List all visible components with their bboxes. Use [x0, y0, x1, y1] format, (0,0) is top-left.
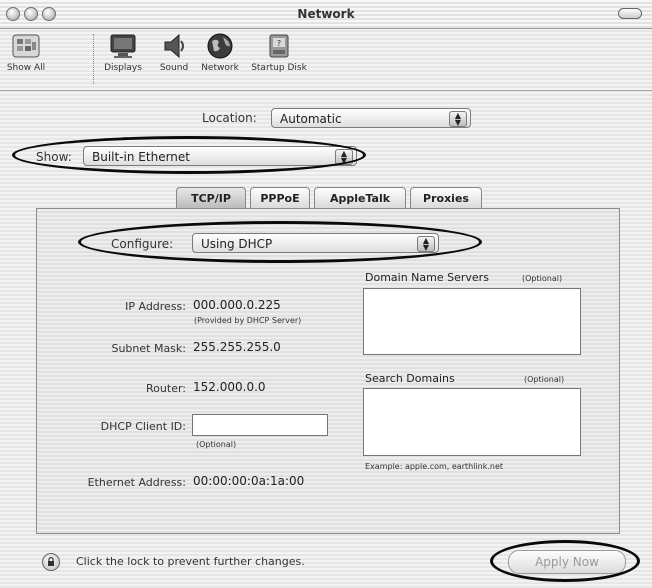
globe-icon	[207, 33, 233, 59]
title-bar: Network	[0, 0, 652, 29]
configure-label: Configure:	[111, 237, 174, 251]
search-domains-field[interactable]	[363, 388, 581, 456]
popup-arrows-icon: ▲ ▼	[417, 236, 435, 252]
show-popup[interactable]: Built-in Ethernet ▲ ▼	[83, 146, 357, 166]
dns-label: Domain Name Servers	[365, 271, 489, 284]
lock-message: Click the lock to prevent further change…	[76, 555, 305, 568]
dhcp-client-id-input[interactable]	[192, 414, 328, 436]
configure-value: Using DHCP	[201, 237, 273, 251]
tab-appletalk[interactable]: AppleTalk	[314, 187, 406, 209]
display-icon	[110, 34, 136, 58]
configure-popup[interactable]: Using DHCP ▲ ▼	[192, 233, 439, 253]
padlock-glyph-icon	[48, 556, 54, 566]
toolbar: Show All Displays Sound Network ? Startu…	[0, 28, 652, 91]
tab-proxies[interactable]: Proxies	[410, 187, 482, 209]
toolbar-label: Displays	[104, 63, 142, 73]
show-all-icon	[12, 34, 40, 58]
search-domains-example: Example: apple.com, earthlink.net	[365, 462, 504, 471]
show-value: Built-in Ethernet	[92, 150, 190, 164]
tab-pppoe[interactable]: PPPoE	[250, 187, 310, 209]
subnet-mask-value: 255.255.255.0	[193, 340, 281, 354]
dhcp-client-id-note: (Optional)	[196, 440, 237, 449]
toolbar-show-all[interactable]: Show All	[4, 32, 48, 73]
location-value: Automatic	[280, 112, 342, 126]
toolbar-toggle-button[interactable]	[618, 8, 642, 19]
toolbar-label: Show All	[6, 63, 46, 73]
speaker-icon	[164, 33, 184, 59]
show-label: Show:	[36, 150, 72, 164]
toolbar-network[interactable]: Network	[194, 32, 246, 73]
popup-arrows-icon: ▲ ▼	[335, 149, 353, 165]
ethernet-address-value: 00:00:00:0a:1a:00	[193, 474, 305, 488]
toolbar-label: Network	[201, 63, 239, 73]
popup-arrows-icon: ▲ ▼	[449, 111, 467, 127]
window-title: Network	[297, 7, 355, 21]
ip-address-label: IP Address:	[125, 300, 186, 313]
router-value: 152.000.0.0	[193, 380, 266, 394]
dns-servers-field[interactable]	[363, 288, 581, 355]
search-domains-label: Search Domains	[365, 372, 455, 385]
search-domains-optional-note: (Optional)	[524, 375, 565, 384]
ip-address-value: 000.000.0.225	[193, 298, 281, 312]
apply-now-button[interactable]: Apply Now	[508, 550, 626, 574]
toolbar-startup-disk[interactable]: ? Startup Disk	[248, 32, 310, 73]
ip-address-note: (Provided by DHCP Server)	[194, 316, 302, 325]
toolbar-separator	[93, 34, 94, 84]
disk-icon: ?	[269, 34, 289, 58]
lock-icon[interactable]	[42, 553, 60, 571]
subnet-mask-label: Subnet Mask:	[111, 342, 186, 355]
toolbar-label: Sound	[159, 63, 189, 73]
location-label: Location:	[202, 111, 257, 125]
location-popup[interactable]: Automatic ▲ ▼	[271, 108, 471, 128]
dns-optional-note: (Optional)	[522, 274, 563, 283]
ethernet-address-label: Ethernet Address:	[87, 476, 186, 489]
router-label: Router:	[146, 382, 186, 395]
toolbar-label: Startup Disk	[251, 63, 307, 73]
tab-tcpip[interactable]: TCP/IP	[176, 187, 246, 209]
toolbar-displays[interactable]: Displays	[98, 32, 148, 73]
dhcp-client-id-label: DHCP Client ID:	[100, 420, 186, 433]
toolbar-sound[interactable]: Sound	[154, 32, 194, 73]
svg-text:?: ?	[277, 39, 281, 48]
